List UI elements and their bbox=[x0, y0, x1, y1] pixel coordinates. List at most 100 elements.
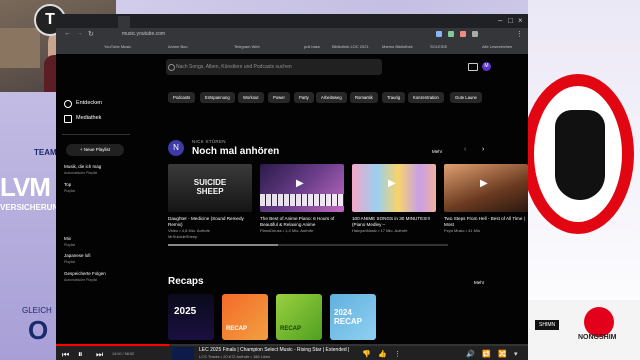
bookmark-item[interactable]: Anime Boo bbox=[168, 44, 188, 49]
card-thumbnail[interactable]: SUICIDE SHEEP bbox=[168, 164, 252, 212]
pause-icon[interactable]: ⏸ bbox=[78, 349, 83, 360]
search-input[interactable]: Nach Songs, Alben, Künstlern und Podcast… bbox=[166, 59, 382, 75]
now-playing-title[interactable]: LEC 2025 Finals | Champion Select Music … bbox=[199, 347, 349, 353]
webcam-shelf bbox=[0, 28, 40, 68]
recap-tile-label: 2025 bbox=[174, 306, 197, 317]
card-thumbnail[interactable]: ▶ bbox=[260, 164, 344, 212]
playlist-subtitle: Playlist bbox=[64, 189, 76, 193]
card-title[interactable]: Two Steps From Hell - Best of All Time |… bbox=[444, 216, 528, 228]
dislike-icon[interactable]: 👎 bbox=[362, 350, 371, 358]
playback-time: 14:00 / 58:52 bbox=[112, 352, 135, 356]
compass-icon bbox=[64, 100, 72, 108]
mood-chip[interactable]: Konzentration bbox=[408, 92, 444, 103]
more-options-icon[interactable]: ⋮ bbox=[394, 350, 401, 358]
mood-chip[interactable]: Arbeitsweg bbox=[316, 92, 347, 103]
bookmark-item[interactable]: Bibliothek LOC 2021 bbox=[332, 44, 369, 49]
maximize-icon[interactable]: □ bbox=[508, 16, 513, 25]
recap-tile[interactable]: RECAP bbox=[276, 294, 322, 340]
next-icon[interactable]: ⏭ bbox=[96, 350, 103, 360]
extension-icon[interactable] bbox=[436, 31, 442, 37]
new-playlist-button[interactable]: + Neue Playlist bbox=[66, 144, 124, 156]
card-subtitle: PianoDeuss • 1,4 Mio. Aufrufe bbox=[260, 228, 314, 233]
playlist-subtitle: Automatische Playlist bbox=[64, 278, 98, 282]
close-icon[interactable]: × bbox=[518, 16, 523, 25]
minimize-icon[interactable]: – bbox=[498, 16, 502, 25]
carousel-scroll-thumb[interactable] bbox=[168, 244, 278, 246]
expand-icon[interactable]: ▾ bbox=[514, 350, 518, 358]
progress-fill bbox=[56, 344, 170, 346]
playlist-title[interactable]: Mix bbox=[64, 236, 71, 241]
card-title[interactable]: The Best of Anime Piano: 6 Hours of Beau… bbox=[260, 216, 344, 228]
search-icon[interactable] bbox=[168, 64, 175, 71]
playlist-title[interactable]: Gespeicherte Folgen bbox=[64, 271, 106, 276]
mood-chip[interactable]: Party bbox=[294, 92, 314, 103]
profile-icon[interactable] bbox=[472, 31, 478, 37]
recap-tile[interactable]: RECAP bbox=[222, 294, 268, 340]
bookmark-item[interactable]: SOLEIDE bbox=[430, 44, 447, 49]
mood-chip[interactable]: Workout bbox=[238, 92, 264, 103]
sidebar-item-explore[interactable]: Entdecken bbox=[76, 100, 102, 106]
extension-icon[interactable] bbox=[448, 31, 454, 37]
recap-tile[interactable]: 2025 bbox=[168, 294, 214, 340]
bookmark-item[interactable]: Alle Lesezeichen bbox=[482, 44, 512, 49]
recap-tile-label: RECAP bbox=[226, 326, 248, 332]
repeat-icon[interactable]: 🔁 bbox=[482, 350, 491, 358]
now-playing-subtitle[interactable]: LCS Tracks • 20.672 Aufrufe • 186 Likes bbox=[199, 354, 270, 359]
bookmark-item[interactable]: Telegram Web bbox=[234, 44, 260, 49]
playlist-title[interactable]: Top bbox=[64, 182, 71, 187]
card-title[interactable]: Daughter - Medicine (Sound Remedy Remix) bbox=[168, 216, 252, 228]
bookmark-item[interactable]: Marino Bibliothek bbox=[382, 44, 413, 49]
mood-chip[interactable]: Power bbox=[268, 92, 290, 103]
bookmark-item[interactable]: YouTube Music bbox=[104, 44, 131, 49]
extension-icon[interactable] bbox=[460, 31, 466, 37]
recap-tile[interactable]: 2024 RECAP bbox=[330, 294, 376, 340]
recaps-title: Recaps bbox=[168, 276, 204, 287]
overlay-text: GLEICH bbox=[22, 306, 52, 315]
cast-icon[interactable] bbox=[468, 63, 478, 71]
card-subtitle: HalcyonMusic • 17 Mio. Aufrufe bbox=[352, 228, 408, 233]
back-icon[interactable]: ← bbox=[64, 30, 71, 37]
mood-chip[interactable]: Traurig bbox=[382, 92, 406, 103]
section-title: Noch mal anhören bbox=[192, 146, 280, 157]
reload-icon[interactable]: ↻ bbox=[88, 30, 94, 38]
playlist-title[interactable]: Musik, die ich mag bbox=[64, 164, 101, 169]
chevron-left-icon[interactable]: ‹ bbox=[464, 146, 466, 153]
playlist-title[interactable]: Japanese lofi bbox=[64, 253, 91, 258]
mood-chip[interactable]: Podcasts bbox=[168, 92, 196, 103]
recaps-more-button[interactable]: Mehr bbox=[474, 280, 484, 285]
recap-tile-label: 2024 RECAP bbox=[334, 308, 363, 326]
tab-youtube-music[interactable] bbox=[118, 16, 130, 28]
play-icon[interactable]: ▶ bbox=[296, 178, 304, 189]
mood-chip[interactable]: Romantik bbox=[350, 92, 378, 103]
sponsor-logo: SHIMN bbox=[535, 320, 560, 330]
card-thumbnail[interactable]: ▶ bbox=[444, 164, 528, 212]
more-button[interactable]: Mehr bbox=[432, 149, 442, 154]
overlay-letter: O bbox=[28, 315, 49, 345]
card-thumbnail[interactable]: ▶ bbox=[352, 164, 436, 212]
url-field[interactable]: music.youtube.com bbox=[122, 31, 165, 37]
playlist-subtitle: Playlist bbox=[64, 260, 76, 264]
bookmark-item[interactable]: pull base bbox=[304, 44, 320, 49]
now-playing-thumbnail[interactable] bbox=[172, 347, 194, 360]
sponsor-bar bbox=[528, 300, 640, 360]
playlist-subtitle: Playlist bbox=[64, 243, 76, 247]
browser-window: – □ × ← → ↻ music.youtube.com ⋮ YouTube … bbox=[56, 14, 528, 360]
sidebar-item-library[interactable]: Mediathek bbox=[76, 115, 101, 121]
forward-icon[interactable]: → bbox=[76, 30, 83, 37]
volume-icon[interactable]: 🔊 bbox=[466, 350, 475, 358]
sidebar-divider bbox=[62, 134, 130, 135]
sponsor-lvm-sub: VERSICHERUNG bbox=[0, 203, 65, 212]
mood-chip[interactable]: Entspannung bbox=[200, 92, 235, 103]
menu-icon[interactable]: ⋮ bbox=[516, 30, 523, 38]
piano-keys bbox=[260, 194, 344, 206]
shuffle-icon[interactable]: 🔀 bbox=[498, 350, 507, 358]
avatar[interactable]: M bbox=[482, 62, 491, 71]
previous-icon[interactable]: ⏮ bbox=[62, 350, 69, 360]
like-icon[interactable]: 👍 bbox=[378, 350, 387, 358]
card-title[interactable]: 100 ANIME SONGS in 30 MINUTES!!! (Piano … bbox=[352, 216, 436, 228]
play-icon[interactable]: ▶ bbox=[480, 178, 488, 189]
chevron-right-icon[interactable]: › bbox=[482, 146, 484, 153]
card-subtitle: Feya Music • 41 Mio bbox=[444, 228, 481, 233]
mood-chip[interactable]: Gute Laune bbox=[450, 92, 482, 103]
play-icon[interactable]: ▶ bbox=[388, 178, 396, 189]
